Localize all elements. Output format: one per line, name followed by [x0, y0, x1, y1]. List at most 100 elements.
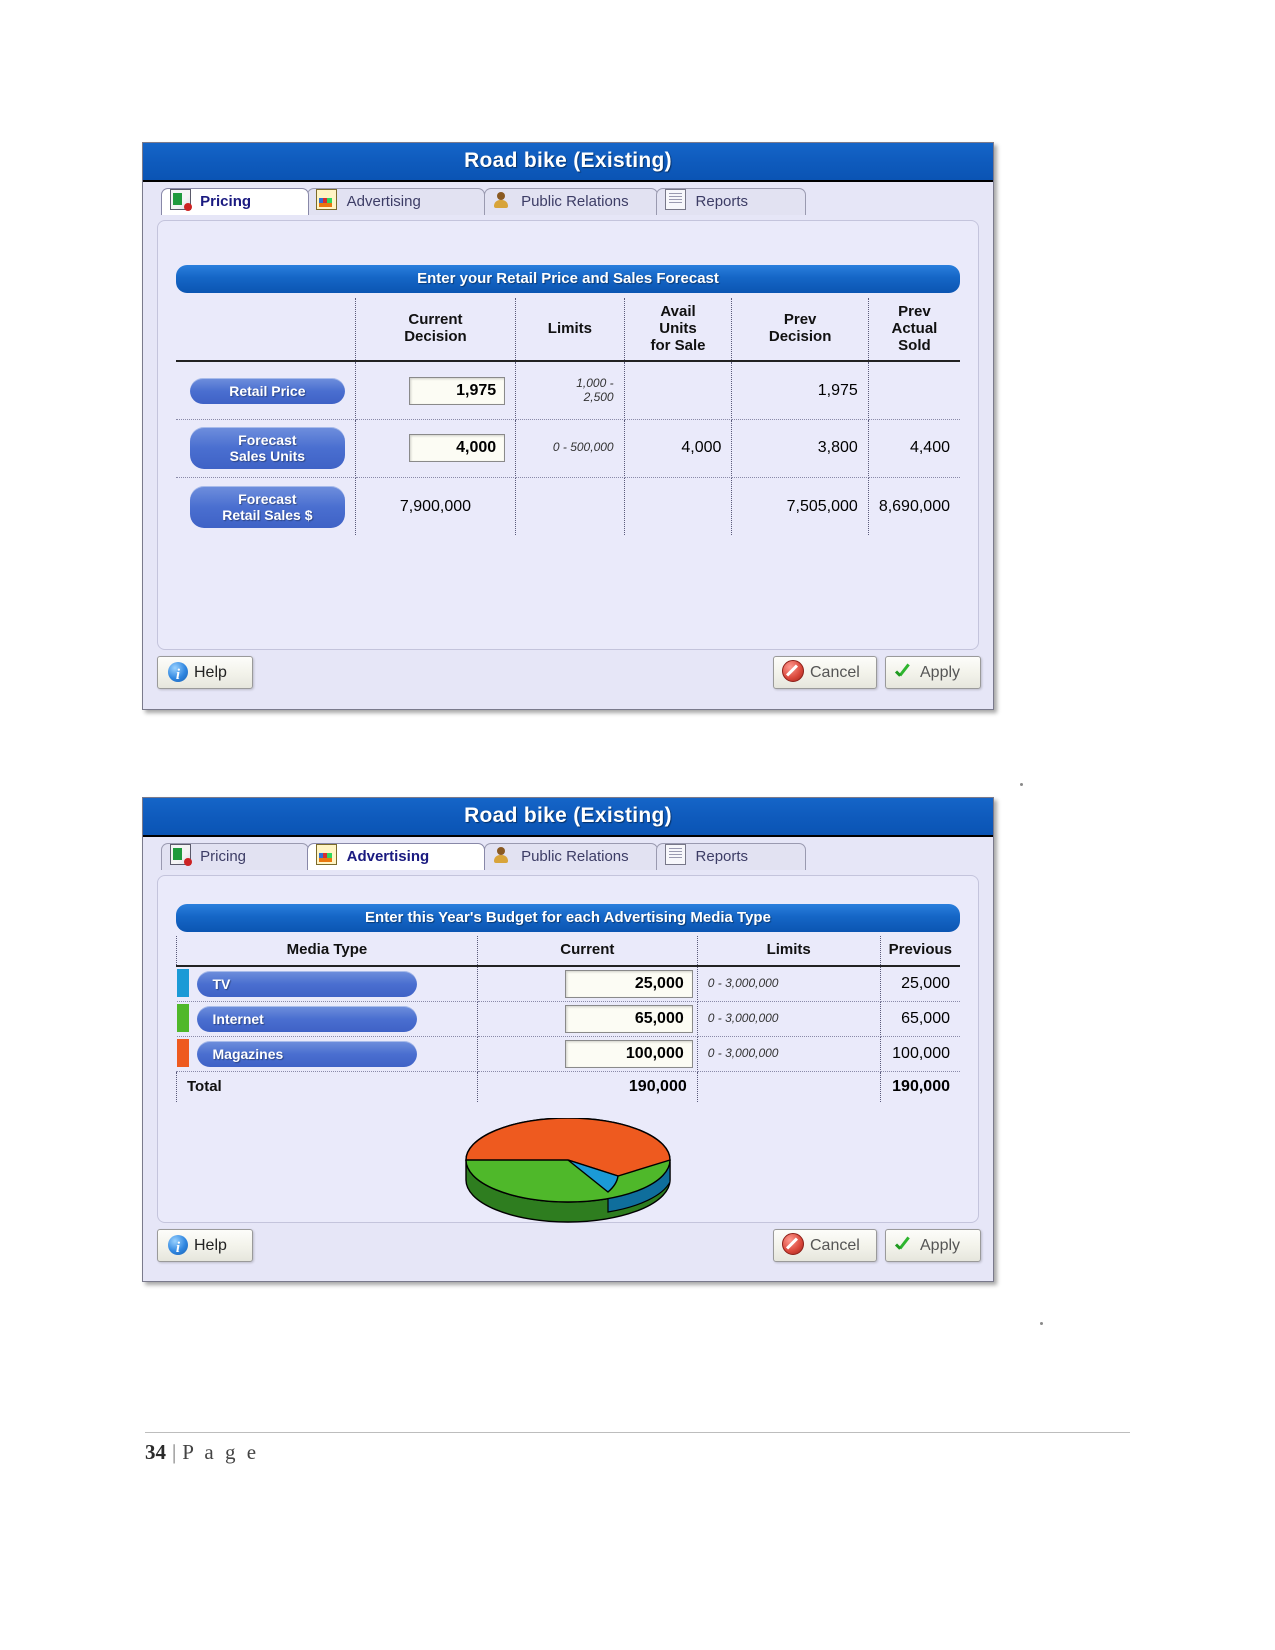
advertising-col-limits: Limits — [697, 936, 881, 967]
tab-reports[interactable]: Reports — [656, 188, 807, 215]
forecast-sales-units-input[interactable]: 4,000 — [409, 434, 506, 463]
total-current: 190,000 — [477, 1071, 698, 1102]
page-number-value: 34 — [145, 1440, 166, 1464]
pricing-col-prev-actual-sold: Prev Actual Sold — [868, 298, 960, 363]
advertising-panel-body: Enter this Year's Budget for each Advert… — [157, 875, 979, 1223]
media-type-cell-internet: Internet — [176, 1001, 478, 1037]
total-previous: 190,000 — [892, 1077, 950, 1095]
reports-page-icon — [665, 189, 687, 210]
advertising-current-cell-tv: 25,000 — [477, 965, 698, 1002]
cancel-icon — [782, 1233, 804, 1255]
check-icon — [894, 662, 914, 682]
page-footer-rule — [145, 1432, 1130, 1433]
table-row: Retail Price 1,975 1,000 -2,500 1,975 — [176, 361, 960, 420]
pie-chart-svg — [465, 1117, 671, 1223]
magazines-budget-input[interactable]: 100,000 — [564, 1039, 693, 1068]
pricing-row-label-retail-price: Retail Price — [190, 377, 345, 404]
advertising-table-header-row: Media Type Current Limits Previous — [176, 936, 960, 967]
reports-page-icon — [665, 844, 687, 865]
swatch-tv — [176, 968, 189, 997]
pricing-document-icon — [170, 189, 192, 211]
internet-limits: 0 - 3,000,000 — [697, 1001, 881, 1037]
forecast-retail-sales-current: 7,900,000 — [355, 477, 517, 536]
apply-button-label: Apply — [920, 664, 961, 681]
scan-speck — [1020, 783, 1023, 786]
media-label-magazines: Magazines — [196, 1040, 417, 1067]
media-label-internet: Internet — [196, 1005, 417, 1032]
table-row: Forecast Sales Units 4,000 0 - 500,000 4,… — [176, 419, 960, 478]
apply-button[interactable]: Apply — [885, 1229, 981, 1262]
scan-speck — [1040, 1322, 1043, 1325]
tab-reports-label: Reports — [695, 193, 749, 211]
cancel-button[interactable]: Cancel — [773, 1229, 877, 1262]
page-number: 34 | P a g e — [145, 1440, 259, 1465]
internet-previous: 65,000 — [880, 1001, 960, 1037]
media-type-cell-tv: TV — [176, 965, 478, 1002]
forecast-retail-sales-prev-actual: 8,690,000 — [878, 497, 950, 515]
tab-public-relations-label: Public Relations — [521, 193, 629, 211]
pricing-panel-body: Enter your Retail Price and Sales Foreca… — [157, 220, 979, 650]
pricing-row-label-forecast-retail-sales: Forecast Retail Sales $ — [190, 485, 345, 528]
pricing-row-label-forecast-sales-units: Forecast Sales Units — [190, 427, 345, 470]
tab-advertising[interactable]: Advertising — [307, 188, 486, 215]
tab-reports[interactable]: Reports — [656, 843, 807, 870]
retail-price-prev-actual — [868, 361, 960, 420]
pricing-row-label-cell: Forecast Sales Units — [176, 419, 356, 478]
pricing-col-limits: Limits — [515, 298, 625, 363]
forecast-sales-units-limits: 0 - 500,000 — [515, 419, 625, 478]
advertising-chart-icon — [316, 189, 338, 210]
tab-public-relations-label: Public Relations — [521, 848, 629, 866]
table-row: Magazines 100,000 0 - 3,000,000 100,000 — [176, 1036, 960, 1072]
pricing-current-cell: 4,000 — [355, 419, 517, 478]
apply-button[interactable]: Apply — [885, 656, 981, 689]
pricing-dialog-titlebar: Road bike (Existing) — [143, 143, 993, 182]
pricing-current-cell: 1,975 — [355, 361, 517, 420]
pricing-col-current-decision: Current Decision — [355, 298, 517, 363]
pricing-col-prev-decision: Prev Decision — [731, 298, 869, 363]
tab-pricing[interactable]: Pricing — [161, 843, 309, 870]
info-icon — [168, 660, 188, 691]
advertising-tabstrip: Pricing Advertising Public Relations Rep… — [143, 837, 993, 875]
advertising-col-media-type: Media Type — [176, 936, 478, 967]
magazines-previous: 100,000 — [880, 1036, 960, 1072]
advertising-dialog: Road bike (Existing) Pricing Advertising… — [142, 797, 994, 1282]
pricing-table: Current Decision Limits Avail Units for Sal… — [176, 298, 960, 536]
tab-public-relations[interactable]: Public Relations — [483, 843, 658, 870]
tab-advertising-label: Advertising — [346, 193, 421, 211]
advertising-current-cell-internet: 65,000 — [477, 1001, 698, 1037]
tab-advertising[interactable]: Advertising — [307, 843, 486, 870]
tab-pricing-label: Pricing — [200, 193, 252, 211]
pricing-row-label-cell: Retail Price — [176, 361, 356, 420]
media-type-cell-magazines: Magazines — [176, 1036, 478, 1072]
cancel-button[interactable]: Cancel — [773, 656, 877, 689]
magazines-limits: 0 - 3,000,000 — [697, 1036, 881, 1072]
internet-budget-input[interactable]: 65,000 — [564, 1004, 693, 1033]
page-word: P a g e — [182, 1440, 260, 1464]
tab-public-relations[interactable]: Public Relations — [483, 188, 658, 215]
retail-price-prev-decision: 1,975 — [731, 361, 869, 420]
public-relations-person-icon — [493, 846, 512, 865]
forecast-sales-units-avail: 4,000 — [624, 419, 733, 478]
advertising-section-banner: Enter this Year's Budget for each Advert… — [176, 904, 960, 932]
forecast-retail-sales-avail — [624, 477, 733, 536]
advertising-col-previous: Previous — [880, 936, 960, 967]
help-button[interactable]: Help — [157, 1229, 253, 1264]
forecast-sales-units-prev-decision: 3,800 — [731, 419, 869, 478]
pricing-col-rowlabel — [176, 298, 356, 363]
retail-price-avail — [624, 361, 733, 420]
swatch-internet — [176, 1003, 189, 1032]
total-label: Total — [176, 1071, 478, 1102]
forecast-retail-sales-limits — [515, 477, 625, 536]
help-button-label: Help — [194, 1237, 227, 1254]
retail-price-input[interactable]: 1,975 — [409, 376, 506, 405]
pricing-table-header-row: Current Decision Limits Avail Units for Sal… — [176, 298, 960, 363]
tab-reports-label: Reports — [695, 848, 749, 866]
tab-advertising-label: Advertising — [346, 848, 430, 866]
public-relations-person-icon — [493, 191, 512, 210]
pricing-col-avail-units: Avail Units for Sale — [624, 298, 733, 363]
help-button[interactable]: Help — [157, 656, 253, 691]
advertising-current-cell-magazines: 100,000 — [477, 1036, 698, 1072]
table-row: Forecast Retail Sales $ 7,900,000 7,505,0… — [176, 477, 960, 536]
tv-budget-input[interactable]: 25,000 — [564, 969, 693, 998]
tab-pricing[interactable]: Pricing — [161, 188, 309, 215]
